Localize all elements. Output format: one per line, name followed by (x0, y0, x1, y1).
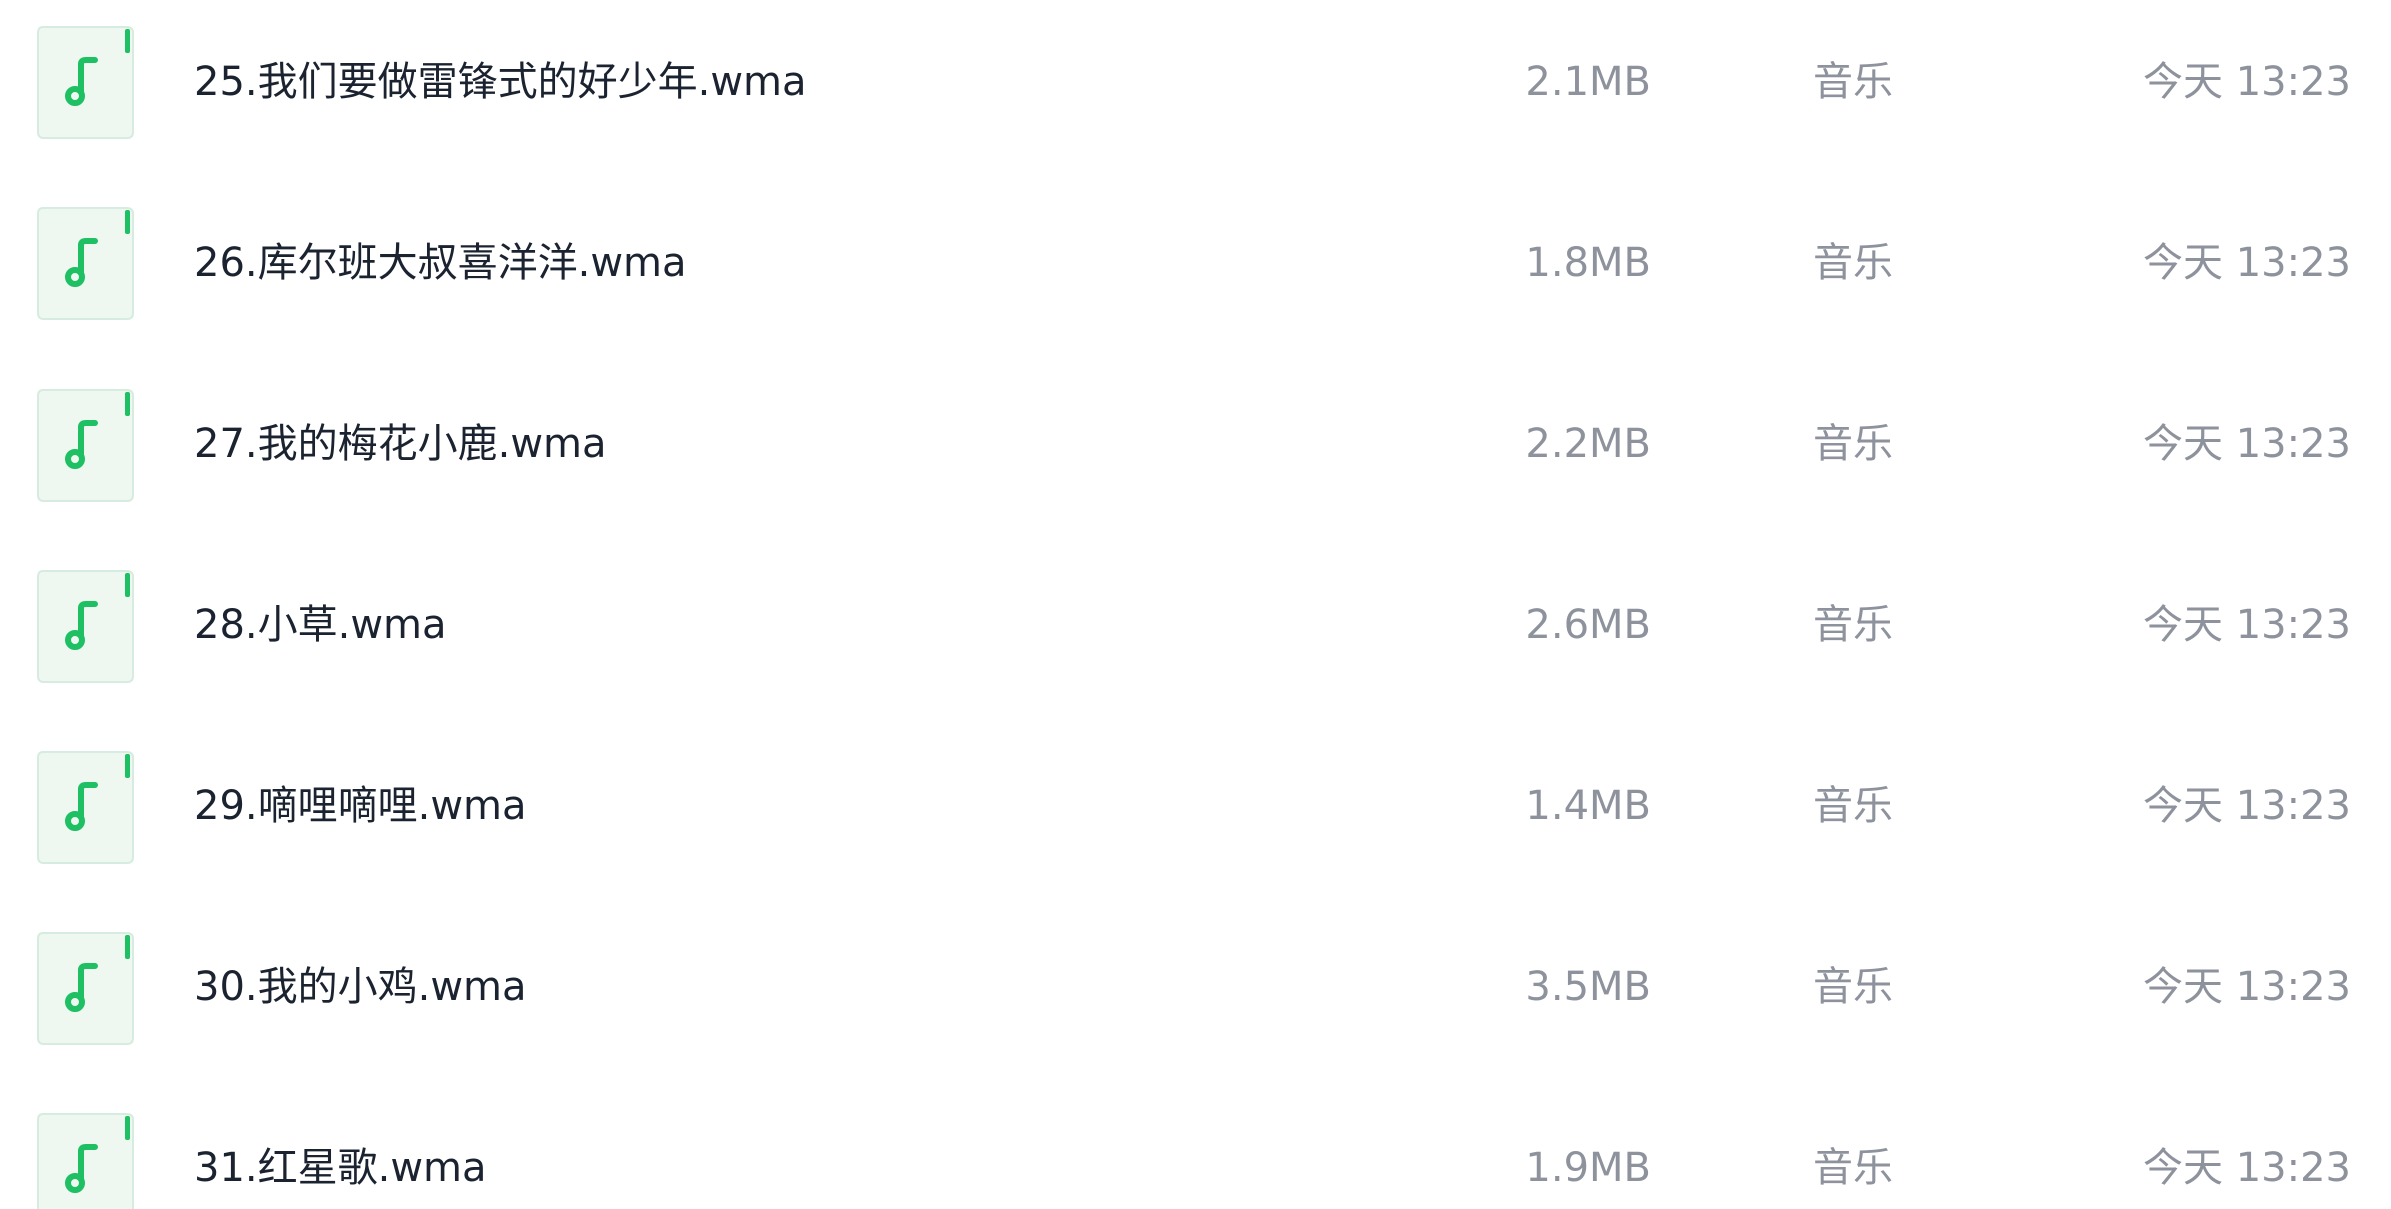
file-modified-time: 今天 13:23 (2143, 240, 2351, 286)
music-file-icon (37, 389, 134, 502)
file-row[interactable]: 30.我的小鸡.wma 3.5MB 音乐 今天 13:23 (0, 910, 2391, 1090)
file-name: 29.嘀哩嘀哩.wma (194, 783, 527, 829)
music-file-icon (37, 207, 134, 320)
music-note-icon (37, 26, 134, 139)
file-row[interactable]: 29.嘀哩嘀哩.wma 1.4MB 音乐 今天 13:23 (0, 728, 2391, 908)
file-row[interactable]: 25.我们要做雷锋式的好少年.wma 2.1MB 音乐 今天 13:23 (0, 0, 2391, 180)
file-size: 2.2MB (1525, 421, 1651, 467)
file-type: 音乐 (1813, 602, 1893, 648)
music-file-icon (37, 932, 134, 1045)
file-row[interactable]: 28.小草.wma 2.6MB 音乐 今天 13:23 (0, 546, 2391, 726)
music-file-icon (37, 26, 134, 139)
file-type: 音乐 (1813, 421, 1893, 467)
music-note-icon (37, 1113, 134, 1209)
file-size: 3.5MB (1525, 964, 1651, 1010)
file-modified-time: 今天 13:23 (2143, 1145, 2351, 1191)
file-modified-time: 今天 13:23 (2143, 783, 2351, 829)
file-type: 音乐 (1813, 240, 1893, 286)
file-type: 音乐 (1813, 783, 1893, 829)
music-note-icon (37, 932, 134, 1045)
file-size: 1.9MB (1525, 1145, 1651, 1191)
music-file-icon (37, 751, 134, 864)
file-modified-time: 今天 13:23 (2143, 59, 2351, 105)
file-name: 27.我的梅花小鹿.wma (194, 421, 607, 467)
file-name: 28.小草.wma (194, 602, 447, 648)
file-row[interactable]: 26.库尔班大叔喜洋洋.wma 1.8MB 音乐 今天 13:23 (0, 182, 2391, 362)
music-note-icon (37, 389, 134, 502)
file-row[interactable]: 27.我的梅花小鹿.wma 2.2MB 音乐 今天 13:23 (0, 364, 2391, 544)
file-name: 26.库尔班大叔喜洋洋.wma (194, 240, 687, 286)
file-size: 2.6MB (1525, 602, 1651, 648)
file-name: 31.红星歌.wma (194, 1145, 487, 1191)
music-note-icon (37, 570, 134, 683)
file-type: 音乐 (1813, 59, 1893, 105)
file-modified-time: 今天 13:23 (2143, 964, 2351, 1010)
file-size: 1.8MB (1525, 240, 1651, 286)
file-size: 1.4MB (1525, 783, 1651, 829)
file-type: 音乐 (1813, 964, 1893, 1010)
file-type: 音乐 (1813, 1145, 1893, 1191)
music-file-icon (37, 1113, 134, 1209)
music-file-icon (37, 570, 134, 683)
music-note-icon (37, 751, 134, 864)
file-name: 25.我们要做雷锋式的好少年.wma (194, 59, 807, 105)
file-modified-time: 今天 13:23 (2143, 602, 2351, 648)
file-row[interactable]: 31.红星歌.wma 1.9MB 音乐 今天 13:23 (0, 1092, 2391, 1209)
file-list: 25.我们要做雷锋式的好少年.wma 2.1MB 音乐 今天 13:23 26.… (0, 0, 2391, 1209)
music-note-icon (37, 207, 134, 320)
file-name: 30.我的小鸡.wma (194, 964, 527, 1010)
file-size: 2.1MB (1525, 59, 1651, 105)
file-modified-time: 今天 13:23 (2143, 421, 2351, 467)
